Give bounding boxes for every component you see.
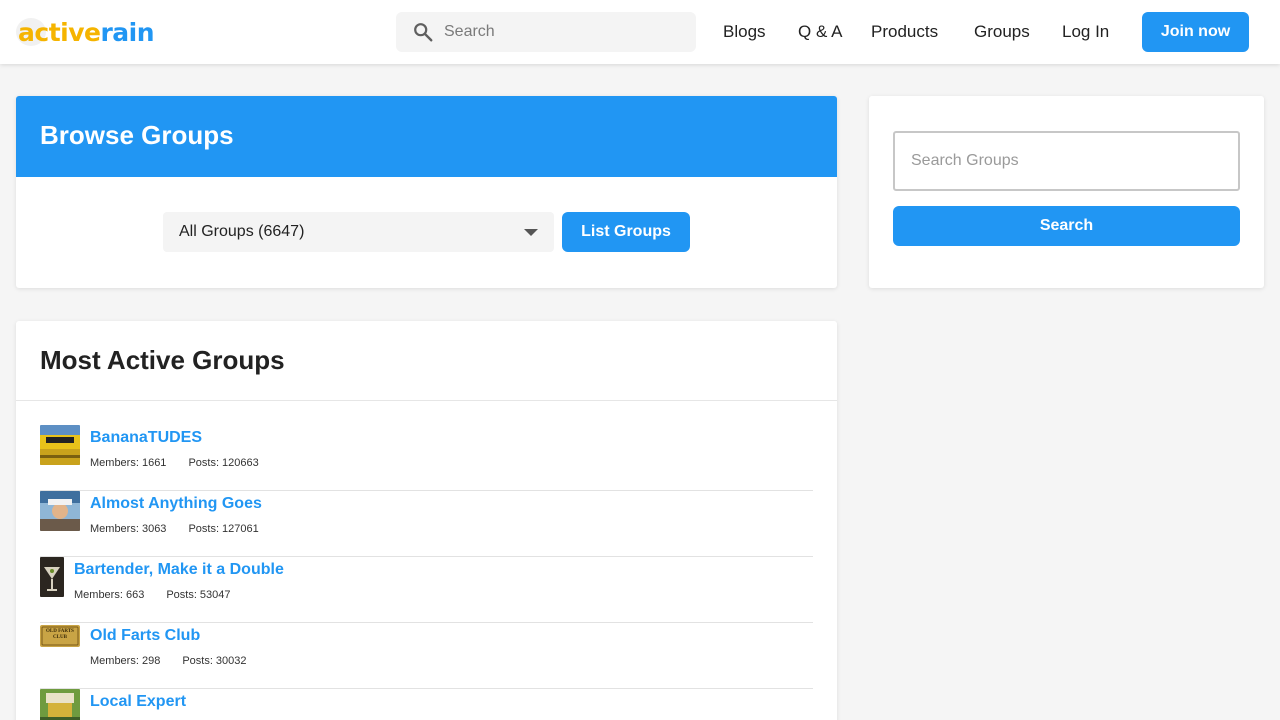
join-now-button[interactable]: Join now (1142, 12, 1249, 52)
nav-link-blogs[interactable]: Blogs (723, 12, 766, 52)
dropdown-caret-icon (524, 229, 538, 236)
site-search-box[interactable] (396, 12, 696, 52)
list-groups-button[interactable]: List Groups (562, 212, 690, 252)
group-name-link[interactable]: BananaTUDES (90, 429, 202, 447)
group-list-item: Bartender, Make it a Double Members: 663… (40, 557, 813, 623)
section-divider (16, 400, 837, 401)
group-stats: Members: 298 Posts: 30032 (90, 655, 247, 667)
group-category-selected-value: All Groups (6647) (179, 223, 305, 240)
activerain-logo[interactable]: activerain (16, 14, 155, 50)
group-stats: Members: 3063 Posts: 127061 (90, 523, 259, 535)
group-thumbnail[interactable] (40, 425, 80, 465)
browse-groups-title: Browse Groups (40, 120, 234, 150)
group-posts-count: Posts: 127061 (188, 523, 259, 535)
nav-link-log-in[interactable]: Log In (1062, 12, 1109, 52)
group-members-count: Members: 1661 (90, 457, 167, 469)
site-search-input[interactable] (444, 23, 674, 41)
most-active-groups-title: Most Active Groups (40, 345, 285, 375)
group-thumbnail[interactable] (40, 689, 80, 720)
group-posts-count: Posts: 30032 (182, 655, 247, 667)
search-groups-input[interactable] (893, 131, 1240, 191)
browse-groups-card: Browse Groups All Groups (6647) List Gro… (16, 96, 837, 288)
group-posts-count: Posts: 120663 (188, 457, 259, 469)
most-active-groups-card: Most Active Groups BananaTUDES Members: … (16, 321, 837, 720)
group-name-link[interactable]: Old Farts Club (90, 627, 200, 645)
group-list-item: OLD FARTS CLUB Old Farts Club Members: 2… (40, 623, 813, 689)
top-navigation-bar: activerain Blogs Q & A Products Groups L… (0, 0, 1280, 64)
group-posts-count: Posts: 53047 (166, 589, 231, 601)
logo-text-rain: rain (100, 17, 155, 47)
group-category-select[interactable]: All Groups (6647) (163, 212, 554, 252)
group-members-count: Members: 298 (90, 655, 161, 667)
group-list-item: BananaTUDES Members: 1661 Posts: 120663 (40, 425, 813, 491)
group-members-count: Members: 663 (74, 589, 145, 601)
group-name-link[interactable]: Almost Anything Goes (90, 495, 262, 513)
group-list-item: Almost Anything Goes Members: 3063 Posts:… (40, 491, 813, 557)
group-thumbnail[interactable]: OLD FARTS CLUB (40, 625, 80, 647)
group-stats: Members: 1661 Posts: 120663 (90, 457, 259, 469)
group-name-link[interactable]: Bartender, Make it a Double (74, 561, 284, 579)
nav-link-groups[interactable]: Groups (974, 12, 1030, 52)
group-thumbnail-text: OLD FARTS CLUB (46, 629, 74, 640)
group-thumbnail[interactable] (40, 491, 80, 531)
group-list-item: Local Expert (40, 689, 813, 720)
group-members-count: Members: 3063 (90, 523, 167, 535)
group-thumbnail[interactable] (40, 557, 64, 597)
search-groups-button[interactable]: Search (893, 206, 1240, 246)
search-groups-card: Search (869, 96, 1264, 288)
search-icon (414, 23, 433, 42)
group-name-link[interactable]: Local Expert (90, 693, 186, 711)
logo-text-active: active (18, 17, 101, 47)
browse-groups-header: Browse Groups (16, 96, 837, 177)
nav-link-products[interactable]: Products (871, 12, 938, 52)
group-stats: Members: 663 Posts: 53047 (74, 589, 231, 601)
nav-link-q-and-a[interactable]: Q & A (798, 12, 842, 52)
